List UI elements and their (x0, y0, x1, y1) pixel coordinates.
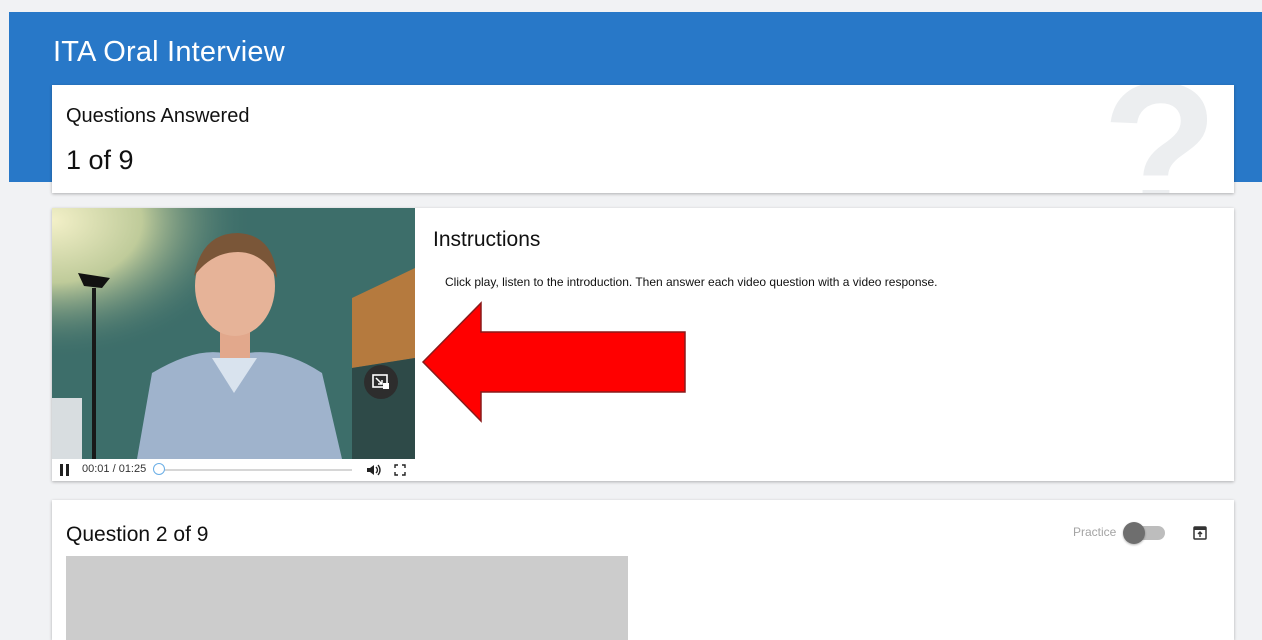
volume-icon[interactable] (366, 463, 382, 477)
video-time: 00:01 / 01:25 (82, 463, 147, 475)
progress-label: Questions Answered (66, 105, 250, 127)
question-mark-icon: ? (1101, 85, 1218, 193)
video-controls: 00:01 / 01:25 (52, 459, 415, 481)
app-title: ITA Oral Interview (53, 36, 285, 68)
practice-toggle[interactable] (1123, 522, 1167, 544)
video-frame[interactable] (52, 208, 415, 459)
seek-bar[interactable] (156, 469, 352, 471)
picture-in-picture-button[interactable] (364, 365, 398, 399)
popout-icon[interactable] (1193, 526, 1207, 540)
instructions-title: Instructions (433, 228, 541, 251)
practice-label: Practice (1073, 525, 1117, 539)
picture-in-picture-icon (372, 374, 389, 389)
practice-toggle-knob[interactable] (1123, 522, 1145, 544)
intro-video-player[interactable]: 00:01 / 01:25 (52, 208, 415, 481)
arrow-left-icon (421, 301, 686, 423)
question-card: Question 2 of 9 Practice (52, 500, 1234, 640)
seek-handle[interactable] (152, 463, 165, 475)
pause-icon[interactable] (60, 464, 70, 476)
fullscreen-icon[interactable] (394, 464, 406, 476)
question-video-placeholder[interactable] (66, 556, 628, 640)
question-title: Question 2 of 9 (66, 523, 209, 546)
progress-card: ? Questions Answered 1 of 9 (52, 85, 1234, 193)
instructions-text: Click play, listen to the introduction. … (445, 275, 938, 289)
progress-value: 1 of 9 (66, 145, 134, 175)
